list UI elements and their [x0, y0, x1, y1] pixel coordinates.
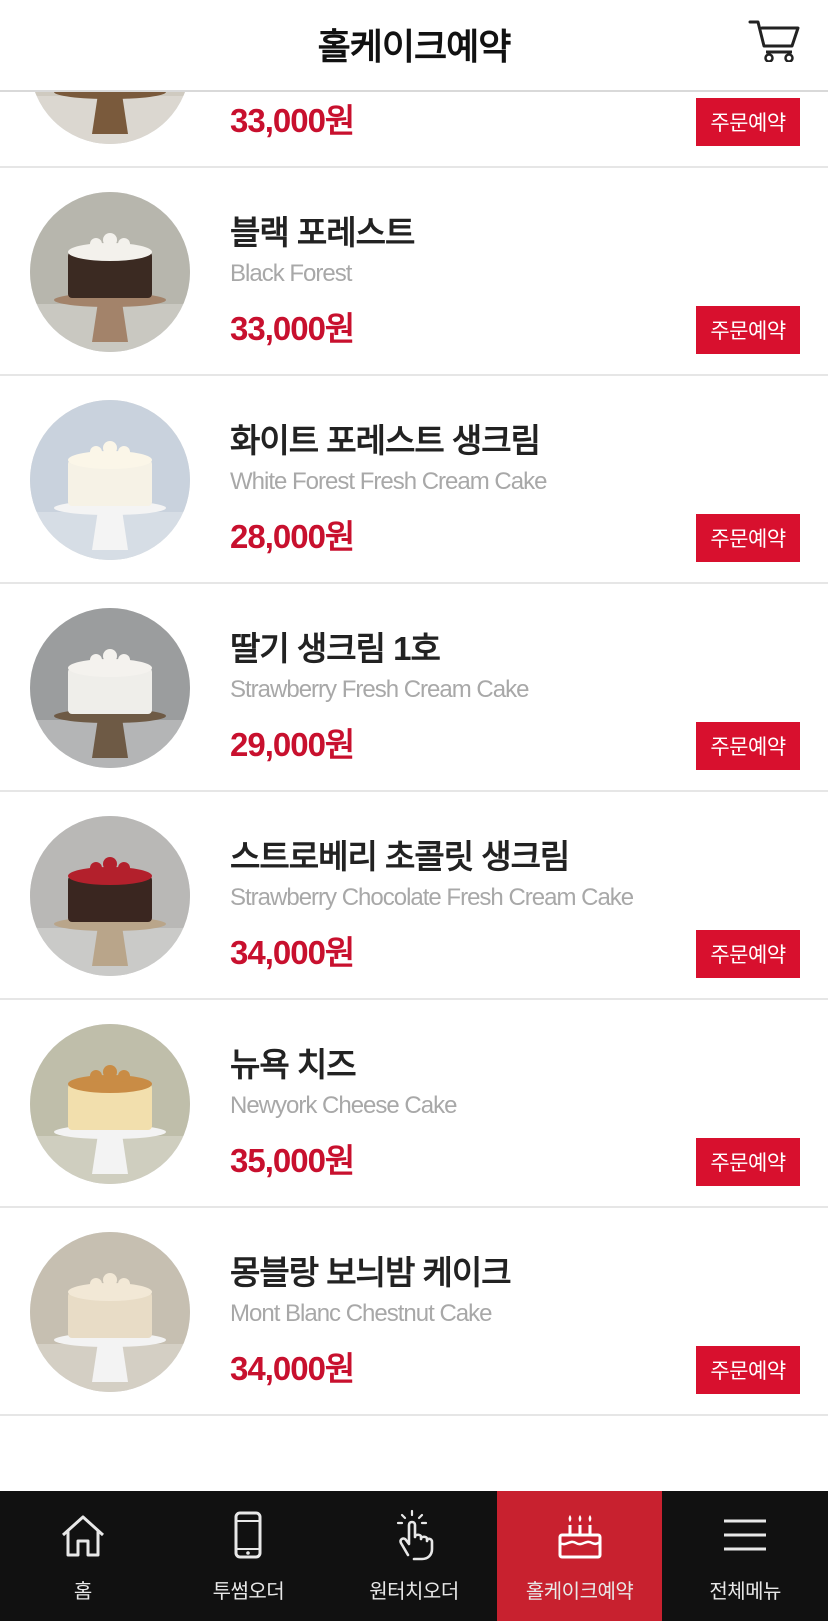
order-reserve-button[interactable]: 주문예약 [696, 722, 800, 770]
cake-english-name: Mont Blanc Chestnut Cake [230, 1300, 492, 1327]
tab-phone[interactable]: 투썸오더 [166, 1491, 332, 1621]
cart-icon[interactable] [748, 16, 800, 62]
bottom-tab-bar: 홈 투썸오더 원터치오더 홀케이크예약 전체메뉴 [0, 1491, 828, 1621]
cake-list[interactable]: 더치 솔티드 카라멜 Dutch Salted Caramel 33,000원 … [0, 92, 828, 1491]
tab-label: 홀케이크예약 [525, 1581, 634, 1603]
cake-name: 몽블랑 보늬밤 케이크 [230, 1254, 512, 1291]
cake-image [30, 1232, 190, 1392]
cake-price: 35,000원 [230, 1142, 355, 1179]
cake-list-item[interactable]: 더치 솔티드 카라멜 Dutch Salted Caramel 33,000원 … [0, 92, 828, 168]
phone-icon [234, 1511, 262, 1559]
cake-image [30, 816, 190, 976]
cake-image [30, 1024, 190, 1184]
cake-price: 29,000원 [230, 726, 355, 763]
tab-birthday-cake[interactable]: 홀케이크예약 [496, 1491, 663, 1621]
cake-english-name: Black Forest [230, 260, 352, 287]
cake-list-item[interactable]: 블랙 포레스트 Black Forest 33,000원 주문예약 [0, 168, 828, 376]
tab-label: 원터치오더 [369, 1581, 459, 1603]
cake-english-name: Strawberry Fresh Cream Cake [230, 676, 529, 703]
cake-list-item[interactable]: 스트로베리 초콜릿 생크림 Strawberry Chocolate Fresh… [0, 792, 828, 1000]
cake-list-item[interactable]: 뉴욕 치즈 Newyork Cheese Cake 35,000원 주문예약 [0, 1000, 828, 1208]
birthday-cake-icon [558, 1515, 602, 1559]
cake-price: 34,000원 [230, 934, 355, 971]
cake-image [30, 608, 190, 768]
tap-hand-icon [396, 1509, 434, 1561]
tab-tap-hand[interactable]: 원터치오더 [331, 1491, 497, 1621]
menu-icon [724, 1519, 767, 1551]
cake-english-name: Newyork Cheese Cake [230, 1092, 457, 1119]
cake-name: 뉴욕 치즈 [230, 1046, 357, 1083]
cake-list-item[interactable]: 몽블랑 보늬밤 케이크 Mont Blanc Chestnut Cake 34,… [0, 1208, 828, 1416]
tab-label: 홈 [73, 1581, 92, 1603]
app-header: 홀케이크예약 [0, 0, 828, 92]
cake-price: 28,000원 [230, 518, 355, 555]
order-reserve-button[interactable]: 주문예약 [696, 930, 800, 978]
cake-list-item[interactable]: 화이트 포레스트 생크림 White Forest Fresh Cream Ca… [0, 376, 828, 584]
cake-english-name: White Forest Fresh Cream Cake [230, 468, 547, 495]
cake-name: 블랙 포레스트 [230, 214, 415, 251]
cake-image [30, 400, 190, 560]
order-reserve-button[interactable]: 주문예약 [696, 306, 800, 354]
tab-label: 투썸오더 [212, 1581, 285, 1603]
cake-price: 34,000원 [230, 1350, 355, 1387]
cake-name: 스트로베리 초콜릿 생크림 [230, 838, 570, 875]
tab-label: 전체메뉴 [709, 1581, 781, 1603]
order-reserve-button[interactable]: 주문예약 [696, 98, 800, 146]
order-reserve-button[interactable]: 주문예약 [696, 514, 800, 562]
cake-image [30, 92, 190, 144]
cake-list-item[interactable]: 딸기 생크림 1호 Strawberry Fresh Cream Cake 29… [0, 584, 828, 792]
cake-image [30, 192, 190, 352]
cake-price: 33,000원 [230, 310, 355, 347]
order-reserve-button[interactable]: 주문예약 [696, 1346, 800, 1394]
cake-name: 딸기 생크림 1호 [230, 630, 441, 667]
tab-menu[interactable]: 전체메뉴 [662, 1491, 828, 1621]
cake-price: 33,000원 [230, 102, 355, 139]
cake-english-name: Strawberry Chocolate Fresh Cream Cake [230, 884, 634, 911]
cake-name: 화이트 포레스트 생크림 [230, 422, 541, 459]
page-title: 홀케이크예약 [317, 26, 512, 67]
tab-home[interactable]: 홈 [0, 1491, 166, 1621]
order-reserve-button[interactable]: 주문예약 [696, 1138, 800, 1186]
home-icon [61, 1515, 104, 1557]
